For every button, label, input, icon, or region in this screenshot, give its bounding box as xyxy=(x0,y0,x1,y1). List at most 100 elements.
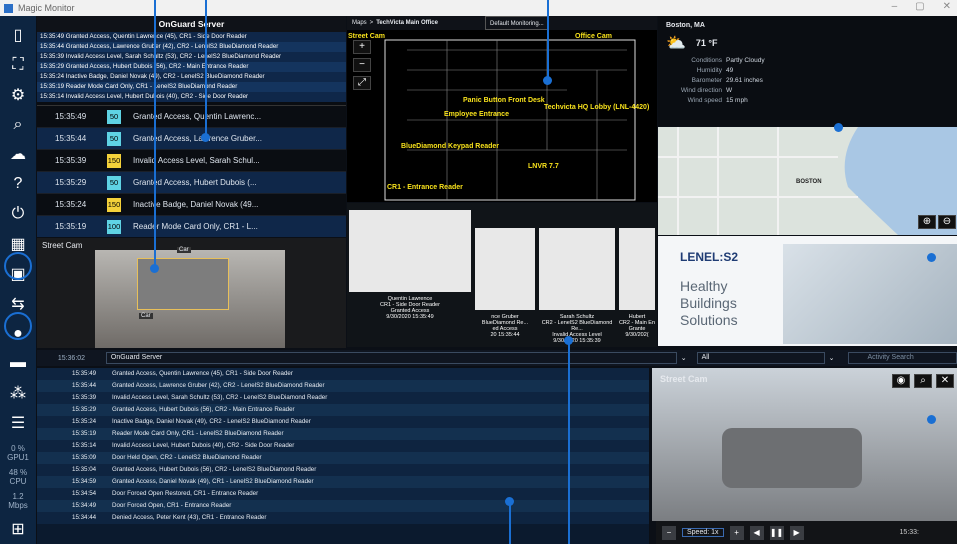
table-row[interactable]: 15:35:19 100 Reader Mode Card Only, CR1 - … xyxy=(37,216,346,237)
badge-time: 9/30/2020 15:35:39 xyxy=(553,338,601,344)
map-label-keypad[interactable]: BlueDiamond Keypad Reader xyxy=(401,143,499,150)
snapshot-icon[interactable]: ◉ xyxy=(892,374,910,388)
fit-button[interactable]: ⤢ xyxy=(353,76,371,90)
zoom-in-button[interactable]: + xyxy=(353,40,371,54)
annotation-line xyxy=(509,500,511,544)
badge-card[interactable]: nce Gruber BlueDiamond Re... ed Access 20 1… xyxy=(473,210,537,345)
row-text: Granted Access, Hubert Dubois (... xyxy=(133,178,257,187)
table-row[interactable]: 15:35:44 50 Granted Access, Lawrence Grube… xyxy=(37,128,346,150)
activity-row[interactable]: 15:35:19 Reader Mode Card Only, CR1 - Len… xyxy=(37,428,649,440)
settings-gear-icon[interactable]: ⚙ xyxy=(0,80,36,110)
chat-icon[interactable]: ▬ xyxy=(0,348,36,378)
close-window-icon[interactable]: ✕ xyxy=(943,1,951,12)
map-label-lobby[interactable]: Techvicta HQ Lobby (LNL-4420) xyxy=(544,104,649,111)
event-row[interactable]: 15:35:24 Inactive Badge, Daniel Novak (4… xyxy=(37,72,346,82)
map-zoom-in[interactable]: ⊕ xyxy=(918,215,936,229)
activity-row[interactable]: 15:34:44 Denied Access, Peter Kent (43), … xyxy=(37,512,649,524)
priority-badge: 50 xyxy=(107,131,121,146)
weather-location: Boston, MA xyxy=(666,22,705,29)
map-zoom-out[interactable]: ⊖ xyxy=(938,215,956,229)
map-label-lnvr[interactable]: LNVR 7.7 xyxy=(528,163,559,170)
map-label-employee-entrance[interactable]: Employee Entrance xyxy=(444,111,509,118)
street-cam-large[interactable]: Street Cam ◉ ⌕ ✕ xyxy=(652,368,957,521)
table-row[interactable]: 15:35:29 50 Granted Access, Hubert Dubois … xyxy=(37,172,346,194)
cloud-icon[interactable]: ☁ xyxy=(0,139,36,169)
speed-down-button[interactable]: − xyxy=(662,525,676,540)
weather-row: Conditions Partly Cloudy xyxy=(666,57,949,64)
activity-row[interactable]: 15:35:04 Granted Access, Hubert Dubois (5… xyxy=(37,464,649,476)
event-row[interactable]: 15:35:44 Granted Access, Lawrence Gruber… xyxy=(37,42,346,52)
floor-map[interactable]: Maps > TechVicta Main Office Default Mon… xyxy=(347,16,657,202)
forward-button[interactable]: ▶ xyxy=(789,525,804,540)
street-cam-small[interactable]: Street Cam Car Car xyxy=(37,238,346,348)
row-text: Granted Access, Lawrence Gruber... xyxy=(133,134,262,143)
event-row[interactable]: 15:35:19 Reader Mode Card Only, CR1 - Le… xyxy=(37,82,346,92)
weather-value: Partly Cloudy xyxy=(726,57,765,64)
map-label-panic-button[interactable]: Panic Button Front Desk xyxy=(463,97,545,104)
playback-time: 15:33: xyxy=(899,529,919,536)
activity-row[interactable]: 15:34:54 Door Forced Open Restored, CR1 -… xyxy=(37,488,649,500)
activity-row[interactable]: 15:35:14 Invalid Access Level, Hubert Dub… xyxy=(37,440,649,452)
table-row[interactable]: 15:35:39 150 Invalid Access Level, Sarah S… xyxy=(37,150,346,172)
panel-toggle-icon[interactable]: ▯ xyxy=(0,20,36,50)
row-time: 15:35:44 xyxy=(55,134,87,143)
activity-row[interactable]: 15:35:39 Invalid Access Level, Sarah Schu… xyxy=(37,392,649,404)
list-icon[interactable]: ☰ xyxy=(0,408,36,438)
annotation-dot xyxy=(505,497,514,506)
pause-button[interactable]: ❚❚ xyxy=(769,525,784,540)
zoom-icon[interactable]: ⌕ xyxy=(914,374,932,388)
activity-row[interactable]: 15:35:49 Granted Access, Quentin Lawrence… xyxy=(37,368,649,380)
map-label-street-cam[interactable]: Street Cam xyxy=(348,33,385,40)
power-icon[interactable]: ⏻ xyxy=(0,199,36,229)
weather-key: Wind speed xyxy=(687,97,722,104)
breadcrumb-root[interactable]: Maps xyxy=(352,16,367,30)
monitoring-dropdown[interactable]: Default Monitoring... xyxy=(484,16,549,30)
speed-select[interactable]: Speed: 1x xyxy=(682,528,724,537)
activity-row[interactable]: 15:34:59 Granted Access, Daniel Novak (49… xyxy=(37,476,649,488)
windows-icon[interactable]: ⊞ xyxy=(0,514,36,544)
activity-row-time: 15:35:19 xyxy=(72,430,97,437)
activity-row[interactable]: 15:35:44 Granted Access, Lawrence Gruber … xyxy=(37,380,649,392)
activity-row-time: 15:35:04 xyxy=(72,466,97,473)
badge-card[interactable]: Hubert CR2 - Main En Grante 9/30/202( xyxy=(617,210,657,345)
filter-chevron-icon[interactable]: ⌄ xyxy=(829,354,841,362)
row-text: Reader Mode Card Only, CR1 - L... xyxy=(133,222,258,231)
activity-search[interactable]: Activity Search xyxy=(848,352,957,364)
help-icon[interactable]: ? xyxy=(0,169,36,199)
city-map[interactable]: BOSTON ⊕ ⊖ xyxy=(658,127,957,235)
search-view-icon[interactable]: ⌕ xyxy=(0,110,36,140)
playback-bar: − Speed: 1x + ◀ ❚❚ ▶ 15:33: xyxy=(656,521,957,544)
event-row[interactable]: 15:35:14 Invalid Access Level, Hubert Du… xyxy=(37,92,346,102)
map-label-entrance-reader[interactable]: CR1 - Entrance Reader xyxy=(387,184,463,191)
activity-row[interactable]: 15:34:49 Door Forced Open, CR1 - Entrance… xyxy=(37,500,649,512)
breadcrumb-sep: > xyxy=(369,20,374,26)
map-label-office-cam[interactable]: Office Cam xyxy=(575,33,612,40)
app-title: Magic Monitor xyxy=(18,3,75,13)
close-icon[interactable]: ✕ xyxy=(936,374,954,388)
street-cam-small-title: Street Cam xyxy=(42,241,83,250)
zoom-out-button[interactable]: − xyxy=(353,58,371,72)
event-row[interactable]: 15:35:29 Granted Access, Hubert Dubois (… xyxy=(37,62,346,72)
rewind-button[interactable]: ◀ xyxy=(749,525,764,540)
chevron-down-icon[interactable]: ⌄ xyxy=(681,354,693,362)
activity-row[interactable]: 15:35:29 Granted Access, Hubert Dubois (5… xyxy=(37,404,649,416)
promo-line-1: Healthy xyxy=(680,278,728,294)
event-row[interactable]: 15:35:49 Granted Access, Quentin Lawrenc… xyxy=(37,32,346,42)
speed-up-button[interactable]: + xyxy=(729,525,744,540)
event-row[interactable]: 15:35:39 Invalid Access Level, Sarah Sch… xyxy=(37,52,346,62)
event-list: 15:35:49 Granted Access, Quentin Lawrenc… xyxy=(37,32,346,102)
badge-card[interactable]: Quentin Lawrence CR1 - Side Door Reader Gr… xyxy=(347,210,473,345)
table-row[interactable]: 15:35:49 50 Granted Access, Quentin Lawren… xyxy=(37,106,346,128)
badge-card[interactable]: Sarah Schultz CR2 - LenelS2 BlueDiamond R… xyxy=(537,210,617,345)
server-select[interactable]: OnGuard Server xyxy=(105,352,677,364)
minimize-icon[interactable]: – xyxy=(892,1,898,12)
weather-row: Humidity 49 xyxy=(666,67,949,74)
table-row[interactable]: 15:35:24 150 Inactive Badge, Daniel Novak … xyxy=(37,194,346,216)
maximize-icon[interactable]: ▢ xyxy=(915,1,924,12)
fullscreen-icon[interactable]: ⛶ xyxy=(0,50,36,80)
activity-row[interactable]: 15:35:24 Inactive Badge, Daniel Novak (49… xyxy=(37,416,649,428)
activity-row[interactable]: 15:35:09 Door Held Open, CR2 - LenelS2 Bl… xyxy=(37,452,649,464)
filter-select[interactable]: All xyxy=(696,352,825,364)
group-icon[interactable]: ⁂ xyxy=(0,378,36,408)
annotation-line xyxy=(154,0,156,268)
